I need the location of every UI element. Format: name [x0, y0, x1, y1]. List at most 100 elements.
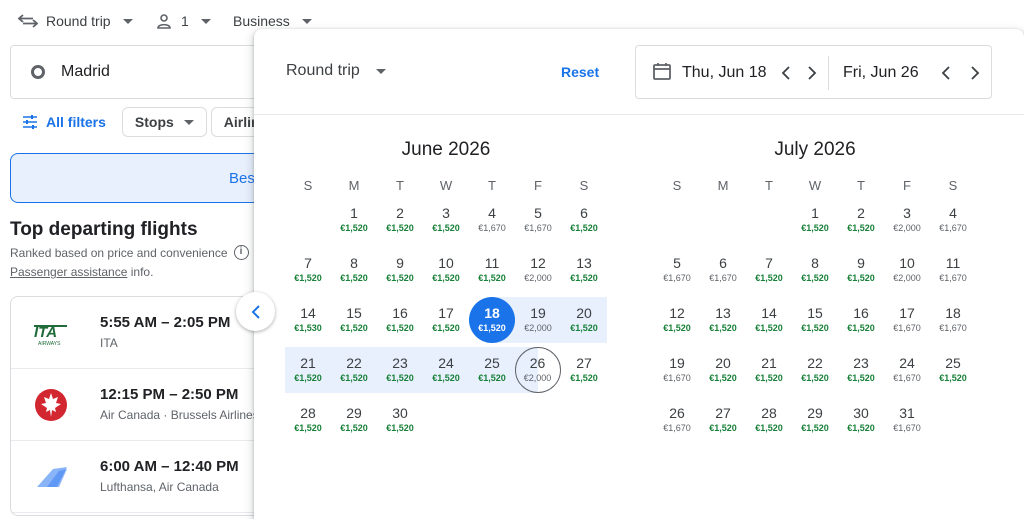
day-number: 22: [807, 355, 823, 371]
calendar-day[interactable]: 3 €1,520: [423, 197, 469, 243]
passenger-assistance-link[interactable]: Passenger assistance: [10, 265, 127, 279]
cabin-class-select[interactable]: Business: [233, 11, 312, 31]
calendar-day[interactable]: 13 €1,520: [561, 247, 607, 293]
calendar-day[interactable]: 25 €1,520: [930, 347, 976, 393]
calendar-day[interactable]: 29 €1,520: [792, 397, 838, 443]
departure-date-field[interactable]: Thu, Jun 18: [682, 64, 767, 82]
calendar-day[interactable]: 2 €1,520: [377, 197, 423, 243]
calendar-day[interactable]: 27 €1,520: [561, 347, 607, 393]
calendar-day[interactable]: 16 €1,520: [377, 297, 423, 343]
calendar-day[interactable]: 4 €1,670: [469, 197, 515, 243]
previous-month-button[interactable]: [236, 292, 275, 331]
trip-type-select[interactable]: Round trip: [18, 11, 133, 31]
calendar-day[interactable]: 31 €1,670: [884, 397, 930, 443]
calendar-day[interactable]: 9 €1,520: [838, 247, 884, 293]
calendar-day[interactable]: 17 €1,670: [884, 297, 930, 343]
calendar-day[interactable]: 18 €1,670: [930, 297, 976, 343]
calendar-day[interactable]: 9 €1,520: [377, 247, 423, 293]
day-price: €1,530: [294, 323, 322, 333]
day-number: 3: [903, 205, 911, 221]
all-filters-button[interactable]: All filters: [10, 107, 118, 137]
filter-bar: All filters Stops Airlin: [10, 107, 271, 137]
selected-departure-day[interactable]: 18 €1,520: [469, 297, 515, 343]
calendar-day[interactable]: 1 €1,520: [331, 197, 377, 243]
day-price: €1,670: [524, 223, 552, 233]
calendar-day[interactable]: 7 €1,520: [746, 247, 792, 293]
calendar-day[interactable]: 16 €1,520: [838, 297, 884, 343]
calendar-day[interactable]: 20 €1,520: [561, 297, 607, 343]
calendar-day[interactable]: 12 €2,000: [515, 247, 561, 293]
day-price: €2,000: [524, 323, 552, 333]
calendar-day[interactable]: 10 €2,000: [884, 247, 930, 293]
calendar-day[interactable]: 14 €1,530: [285, 297, 331, 343]
calendar-day[interactable]: 7 €1,520: [285, 247, 331, 293]
calendar-day[interactable]: 3 €2,000: [884, 197, 930, 243]
calendar-day[interactable]: 23 €1,520: [377, 347, 423, 393]
stops-label: Stops: [134, 114, 174, 130]
calendar-day[interactable]: 2 €1,520: [838, 197, 884, 243]
calendar-day[interactable]: 14 €1,520: [746, 297, 792, 343]
day-price: €1,670: [663, 373, 691, 383]
day-price: €1,520: [340, 373, 368, 383]
calendar-day[interactable]: 28 €1,520: [285, 397, 331, 443]
calendar-day[interactable]: 21 €1,520: [285, 347, 331, 393]
calendar-day[interactable]: 29 €1,520: [331, 397, 377, 443]
calendar-day[interactable]: 10 €1,520: [423, 247, 469, 293]
calendar-day[interactable]: 21 €1,520: [746, 347, 792, 393]
day-number: 31: [899, 405, 915, 421]
selected-return-day[interactable]: 26 €2,000: [515, 347, 561, 393]
chevron-left-icon[interactable]: [940, 65, 952, 81]
reset-button[interactable]: Reset: [561, 64, 599, 80]
calendar-day[interactable]: 13 €1,520: [700, 297, 746, 343]
day-price: €1,670: [663, 423, 691, 433]
calendar-day[interactable]: 30 €1,520: [838, 397, 884, 443]
day-price: €1,520: [847, 273, 875, 283]
passengers-select[interactable]: 1: [156, 11, 211, 31]
day-price: €1,520: [386, 423, 414, 433]
calendar-day[interactable]: 19 €2,000: [515, 297, 561, 343]
info-icon[interactable]: i: [233, 245, 249, 260]
calendar-day[interactable]: 5 €1,670: [515, 197, 561, 243]
day-number: 13: [576, 255, 592, 271]
chevron-right-icon[interactable]: [969, 65, 981, 81]
day-number: 23: [392, 355, 408, 371]
calendar-day[interactable]: 20 €1,520: [700, 347, 746, 393]
calendar-day[interactable]: 27 €1,520: [700, 397, 746, 443]
day-price: €1,520: [709, 373, 737, 383]
calendar-day[interactable]: 11 €1,670: [930, 247, 976, 293]
lufthansa-logo: [37, 467, 67, 487]
calendar-day[interactable]: 15 €1,520: [792, 297, 838, 343]
calendar-day[interactable]: 6 €1,520: [561, 197, 607, 243]
calendar-day[interactable]: 26 €1,670: [654, 397, 700, 443]
calendar-icon: [653, 63, 671, 80]
day-price: €1,520: [478, 373, 506, 383]
calendar-day[interactable]: 12 €1,520: [654, 297, 700, 343]
calendar-day[interactable]: 5 €1,670: [654, 247, 700, 293]
calendar-day[interactable]: 22 €1,520: [331, 347, 377, 393]
day-price: €1,520: [801, 273, 829, 283]
calendar-day[interactable]: 1 €1,520: [792, 197, 838, 243]
calendar-trip-type-select[interactable]: Round trip: [286, 62, 386, 80]
calendar-day[interactable]: 24 €1,670: [884, 347, 930, 393]
calendar-day[interactable]: 28 €1,520: [746, 397, 792, 443]
calendar-day[interactable]: 11 €1,520: [469, 247, 515, 293]
chevron-left-icon[interactable]: [780, 65, 792, 81]
calendar-day[interactable]: 19 €1,670: [654, 347, 700, 393]
calendar-day[interactable]: 25 €1,520: [469, 347, 515, 393]
day-number: 7: [765, 255, 773, 271]
day-number: 17: [899, 305, 915, 321]
calendar-day[interactable]: 6 €1,670: [700, 247, 746, 293]
calendar-day[interactable]: 30 €1,520: [377, 397, 423, 443]
calendar-day[interactable]: 15 €1,520: [331, 297, 377, 343]
calendar-day[interactable]: 4 €1,670: [930, 197, 976, 243]
chevron-right-icon[interactable]: [806, 65, 818, 81]
calendar-day[interactable]: 22 €1,520: [792, 347, 838, 393]
calendar-day[interactable]: 17 €1,520: [423, 297, 469, 343]
results-title: Top departing flights: [10, 219, 198, 240]
calendar-day[interactable]: 8 €1,520: [331, 247, 377, 293]
calendar-day[interactable]: 8 €1,520: [792, 247, 838, 293]
calendar-day[interactable]: 23 €1,520: [838, 347, 884, 393]
stops-filter-chip[interactable]: Stops: [121, 107, 207, 137]
calendar-day[interactable]: 24 €1,520: [423, 347, 469, 393]
return-date-field[interactable]: Fri, Jun 26: [843, 64, 919, 82]
